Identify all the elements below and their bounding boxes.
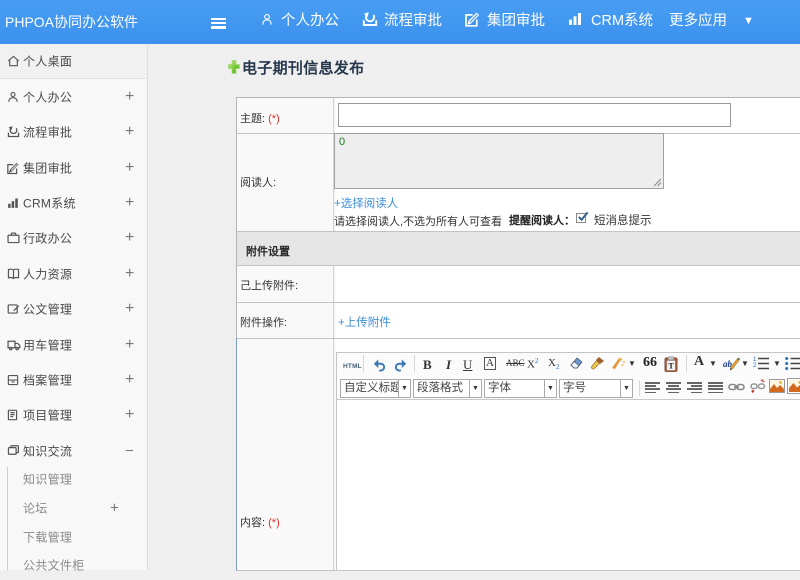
svg-text:T: T xyxy=(668,362,674,371)
svg-text:2: 2 xyxy=(753,363,757,369)
